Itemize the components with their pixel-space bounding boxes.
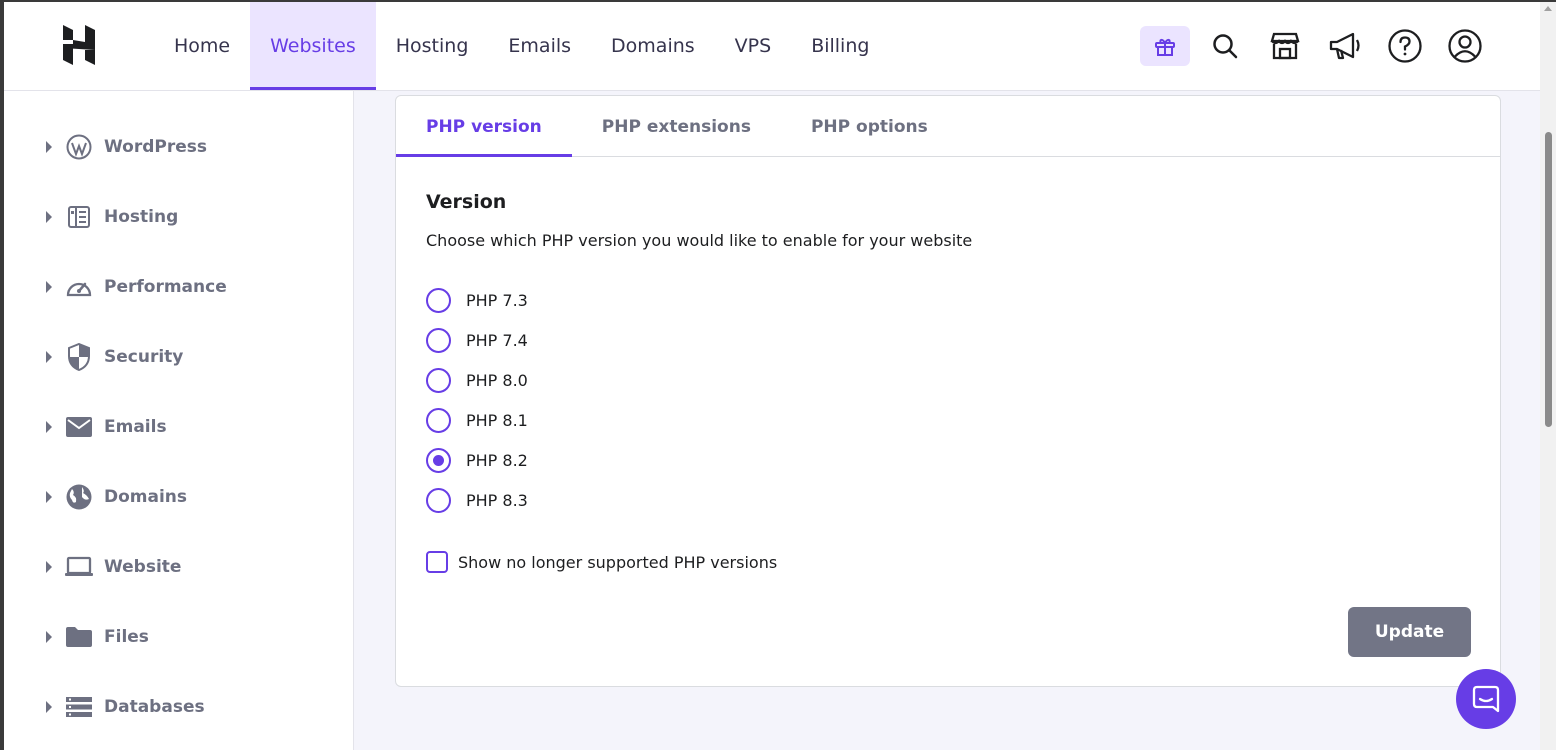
sidebar-label: Website [104,557,182,577]
help-icon[interactable] [1380,26,1430,66]
store-icon[interactable] [1260,26,1310,66]
search-icon[interactable] [1200,26,1250,66]
sidebar-item-domains[interactable]: Domains [4,472,354,522]
update-button[interactable]: Update [1348,607,1471,657]
section-title: Version [426,191,507,213]
top-navigation-bar: Home Websites Hosting Emails Domains VPS… [4,2,1540,91]
radio-selected-dot [433,454,444,466]
account-icon[interactable] [1440,26,1490,66]
page-scrollbar[interactable] [1540,2,1556,750]
sidebar-item-wordpress[interactable]: WordPress [4,122,354,172]
laptop-icon [64,552,94,582]
sidebar-label: Databases [104,697,205,717]
radio-button-selected[interactable] [426,447,451,473]
sidebar-item-performance[interactable]: Performance [4,262,354,312]
folder-icon [64,622,94,652]
megaphone-icon[interactable] [1320,26,1370,66]
main-content: PHP version PHP extensions PHP options V… [355,91,1540,750]
nav-vps[interactable]: VPS [715,2,792,90]
radio-label: PHP 8.1 [466,410,528,430]
sidebar-label: Security [104,347,184,367]
gauge-icon [64,272,94,302]
window-frame-top [0,0,1556,2]
php-configuration-card: PHP version PHP extensions PHP options V… [395,95,1501,687]
caret-right-icon [46,631,52,643]
radio-php-81[interactable]: PHP 8.1 [426,405,528,435]
caret-right-icon [46,491,52,503]
radio-label: PHP 7.4 [466,330,528,350]
nav-billing[interactable]: Billing [791,2,889,90]
sidebar-item-databases[interactable]: Databases [4,682,354,732]
radio-button[interactable] [426,407,451,433]
sidebar-item-files[interactable]: Files [4,612,354,662]
sidebar-label: Files [104,627,149,647]
sidebar-label: Emails [104,417,167,437]
chat-icon [1472,685,1500,713]
sidebar-item-hosting[interactable]: Hosting [4,192,354,242]
sidebar-label: WordPress [104,137,207,157]
nav-hosting[interactable]: Hosting [376,2,489,90]
tab-php-options[interactable]: PHP options [781,96,958,157]
sidebar-label: Hosting [104,207,179,227]
sidebar-label: Domains [104,487,188,507]
radio-php-74[interactable]: PHP 7.4 [426,325,528,355]
radio-button[interactable] [426,287,451,313]
tab-php-extensions[interactable]: PHP extensions [572,96,781,157]
nav-domains[interactable]: Domains [591,2,715,90]
nav-websites[interactable]: Websites [250,2,376,90]
scroll-up-arrow-icon[interactable] [1544,6,1552,11]
radio-label: PHP 8.3 [466,490,528,510]
caret-right-icon [46,561,52,573]
sidebar-label: Performance [104,277,227,297]
chat-launcher-button[interactable] [1456,669,1516,729]
caret-right-icon [46,701,52,713]
caret-right-icon [46,281,52,293]
caret-right-icon [46,211,52,223]
radio-php-83[interactable]: PHP 8.3 [426,485,528,515]
tab-php-version[interactable]: PHP version [396,96,572,157]
globe-icon [64,482,94,512]
wordpress-icon [64,132,94,162]
checkbox-label: Show no longer supported PHP versions [458,552,778,572]
nav-emails[interactable]: Emails [488,2,591,90]
sidebar-item-emails[interactable]: Emails [4,402,354,452]
database-icon [64,692,94,722]
nav-home[interactable]: Home [154,2,250,90]
gift-icon[interactable] [1140,26,1190,66]
show-unsupported-checkbox[interactable] [426,551,448,573]
server-icon [64,202,94,232]
caret-right-icon [46,141,52,153]
envelope-icon [64,412,94,442]
sidebar-item-security[interactable]: Security [4,332,354,382]
section-description: Choose which PHP version you would like … [426,231,973,250]
radio-button[interactable] [426,327,451,353]
caret-right-icon [46,421,52,433]
radio-button[interactable] [426,487,451,513]
scrollbar-thumb[interactable] [1545,132,1552,427]
hostinger-logo-icon[interactable] [60,25,98,65]
radio-php-73[interactable]: PHP 7.3 [426,285,528,315]
php-tabs: PHP version PHP extensions PHP options [396,96,1500,157]
radio-label: PHP 8.0 [466,370,528,390]
sidebar-item-website[interactable]: Website [4,542,354,592]
radio-label: PHP 8.2 [466,450,528,470]
main-nav: Home Websites Hosting Emails Domains VPS… [154,2,889,90]
shield-icon [64,342,94,372]
radio-php-82[interactable]: PHP 8.2 [426,445,528,475]
sidebar: WordPress Hosting Performance Security E… [4,91,354,750]
header-actions [1140,2,1490,90]
show-unsupported-checkbox-row[interactable]: Show no longer supported PHP versions [426,550,777,574]
window-frame-left [0,0,4,750]
radio-label: PHP 7.3 [466,290,528,310]
caret-right-icon [46,351,52,363]
radio-php-80[interactable]: PHP 8.0 [426,365,528,395]
radio-button[interactable] [426,367,451,393]
